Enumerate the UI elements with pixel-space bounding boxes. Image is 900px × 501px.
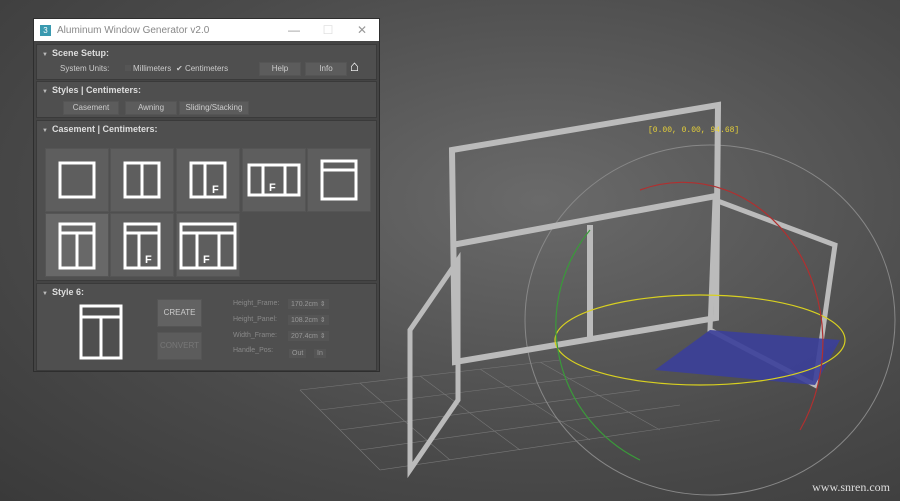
height-frame-spinner[interactable]: 170.2cm ⇕ [288,299,329,309]
maximize-button[interactable]: ☐ [311,23,345,37]
gizmo-coordinate-readout: [0.00, 0.00, 94.68] [648,126,740,135]
style-8-button[interactable]: F [176,213,240,277]
sliding-stacking-style-button[interactable]: Sliding/Stacking [179,101,249,115]
millimeters-checkbox[interactable]: Millimeters [125,64,171,73]
style-6-preview [79,304,123,360]
rollout-header[interactable]: ▼ Casement | Centimeters: [37,121,376,134]
close-button[interactable]: ✕ [345,23,379,37]
svg-text:F: F [203,254,210,266]
casement-style-button[interactable]: Casement [63,101,119,115]
width-frame-label: Width_Frame: [233,332,277,339]
awning-style-button[interactable]: Awning [125,101,177,115]
units-label: System Units: [60,64,110,73]
height-panel-spinner[interactable]: 108.2cm ⇕ [288,315,329,325]
ground-grid [299,359,721,471]
height-panel-label: Height_Panel: [233,316,277,323]
style-1-button[interactable] [45,148,109,212]
style-3-button[interactable]: F [176,148,240,212]
minimize-button[interactable]: — [277,23,311,37]
info-button[interactable]: Info [305,62,347,76]
rollout-style-6: ▼ Style 6: CREATE CONVERT Height_Frame: 1… [36,283,377,371]
style-7-button[interactable]: F [110,213,174,277]
title-bar: 3 Aluminum Window Generator v2.0 — ☐ ✕ [34,19,379,41]
rollout-header[interactable]: ▼ Scene Setup: [37,45,376,58]
handle-pos-label: Handle_Pos: [233,347,274,354]
rollout-styles: ▼ Styles | Centimeters: Casement Awning S… [36,81,377,118]
handle-out-button[interactable]: Out [289,349,307,358]
rollout-scene-setup: ▼ Scene Setup: System Units: Millimeters … [36,44,377,80]
centimeters-checkbox[interactable]: ✔ Centimeters [176,64,228,73]
rollout-title: Scene Setup: [51,48,109,58]
svg-text:F: F [269,182,276,194]
rollout-header[interactable]: ▼ Styles | Centimeters: [37,82,376,95]
rollout-title: Casement | Centimeters: [51,124,158,134]
rollout-title: Style 6: [51,287,84,297]
svg-text:F: F [212,184,219,196]
create-button[interactable]: CREATE [157,299,202,327]
window-title: Aluminum Window Generator v2.0 [57,24,210,36]
help-button[interactable]: Help [259,62,301,76]
rollout-title: Styles | Centimeters: [51,85,142,95]
style-4-button[interactable]: F [242,148,306,212]
width-frame-spinner[interactable]: 207.4cm ⇕ [288,331,329,341]
selection-plane [655,330,840,385]
generator-panel: 3 Aluminum Window Generator v2.0 — ☐ ✕ ▼… [33,18,380,372]
style-5-button[interactable] [307,148,371,212]
rollout-header[interactable]: ▼ Style 6: [37,284,376,297]
rollout-casement: ▼ Casement | Centimeters: F F F F [36,120,377,281]
window-model[interactable] [407,101,838,479]
watermark: www.snren.com [812,480,890,494]
height-frame-label: Height_Frame: [233,300,280,307]
handle-in-button[interactable]: In [314,349,326,358]
style-2-button[interactable] [110,148,174,212]
style-6-button[interactable] [45,213,109,277]
convert-button[interactable]: CONVERT [157,332,202,360]
home-icon[interactable]: ⌂ [350,58,359,75]
svg-text:F: F [145,254,152,266]
app-icon: 3 [40,24,51,36]
